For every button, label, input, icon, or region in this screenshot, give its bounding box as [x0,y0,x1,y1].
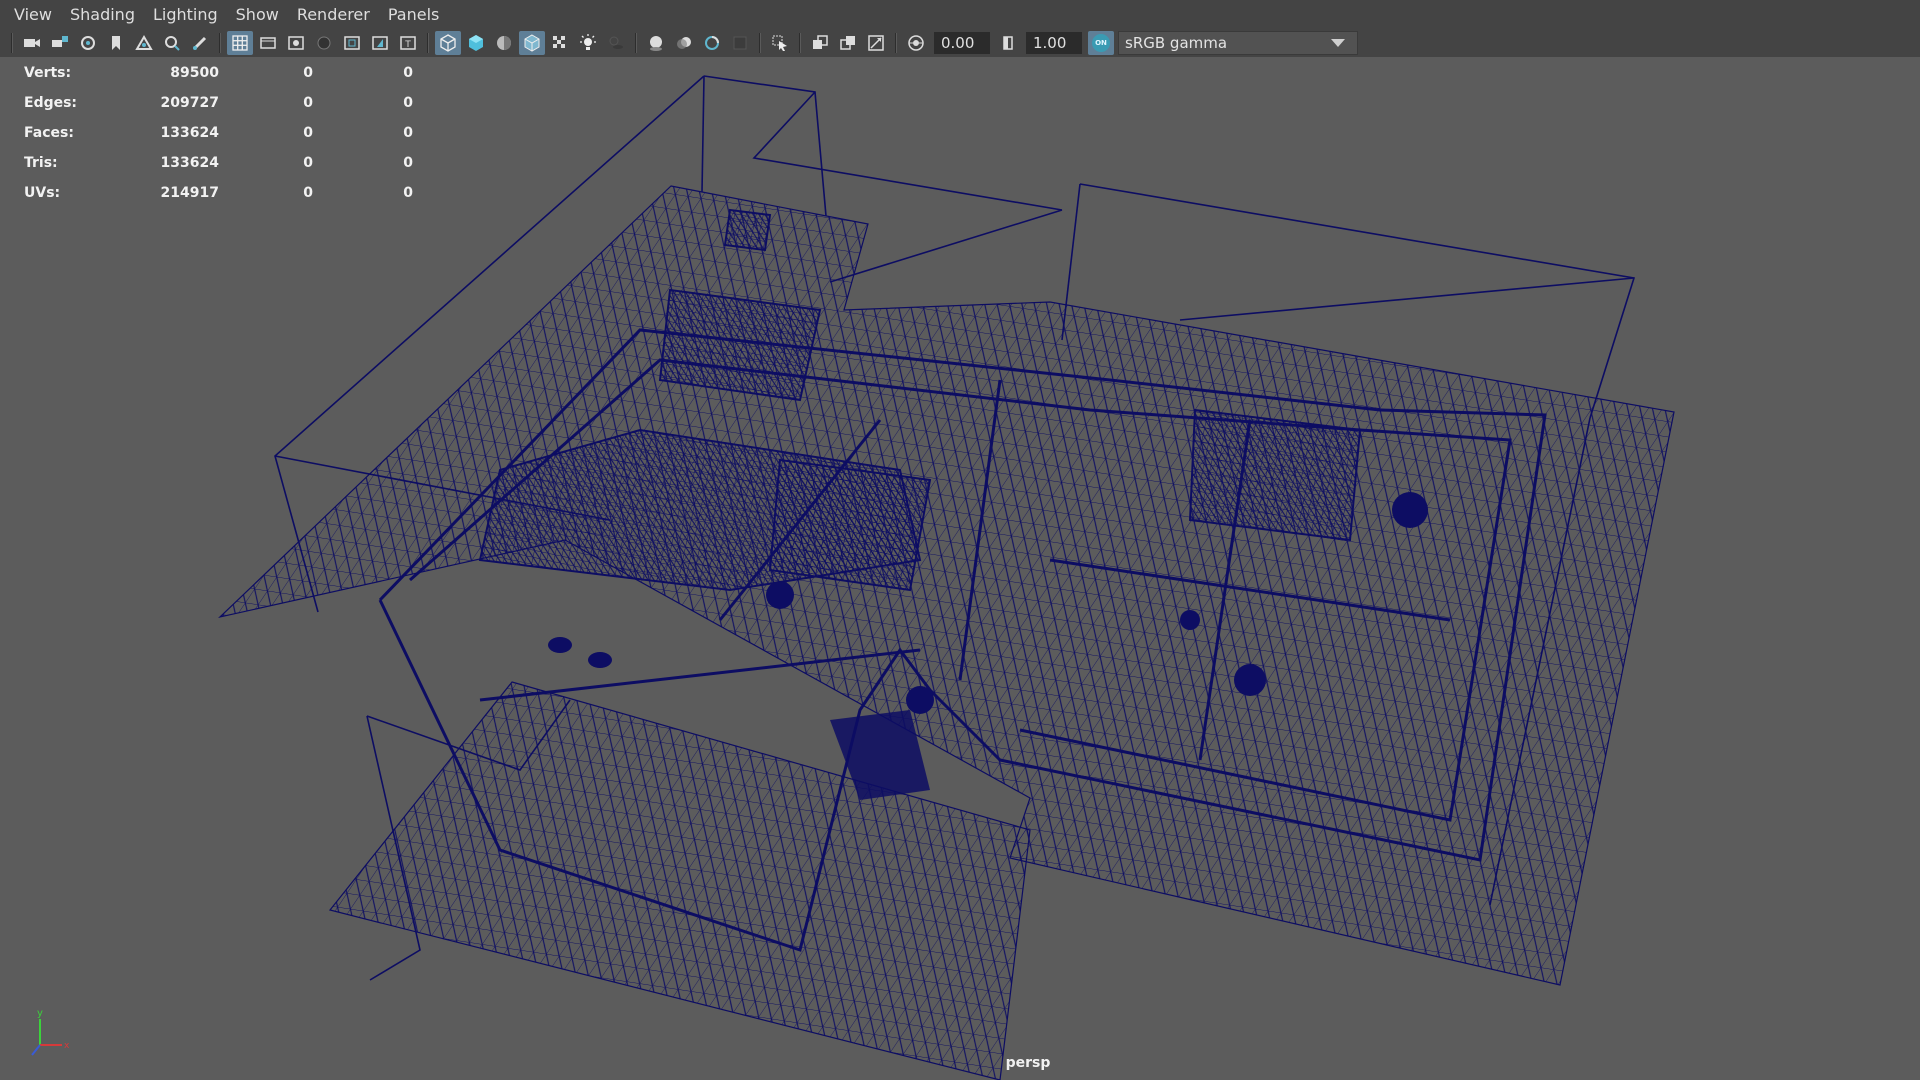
stat-selected: 0 [303,185,313,201]
stat-selected: 0 [303,65,313,81]
image-plane-icon[interactable] [131,31,157,55]
motion-blur-icon[interactable] [671,31,697,55]
stat-components: 0 [403,125,413,141]
color-space-value: sRGB gamma [1125,34,1228,52]
view-axis-gizmo-icon: y x [31,1008,70,1056]
toolbar-separator [11,33,13,53]
gamma-field[interactable]: 1.00 [1026,32,1082,54]
film-gate-icon[interactable] [255,31,281,55]
stat-row-faces: Faces: 133624 0 0 [24,118,413,148]
default-material-icon[interactable] [491,31,517,55]
stat-total: 209727 [160,95,219,111]
toolbar-separator [895,33,897,53]
heads-up-poly-count: Verts: 89500 0 0 Edges: 209727 0 0 Faces… [24,58,413,208]
shadows-icon[interactable] [603,31,629,55]
stat-row-verts: Verts: 89500 0 0 [24,58,413,88]
stat-total: 214917 [160,185,219,201]
stat-total: 89500 [170,65,219,81]
stat-components: 0 [403,65,413,81]
stat-components: 0 [403,155,413,171]
color-space-select[interactable]: sRGB gamma [1118,31,1358,55]
2d-pan-zoom-icon[interactable] [159,31,185,55]
menu-renderer[interactable]: Renderer [291,0,382,29]
axis-x-label: x [64,1041,70,1051]
smooth-shade-icon[interactable] [463,31,489,55]
menu-show[interactable]: Show [230,0,291,29]
screen-space-ao-icon[interactable] [643,31,669,55]
stat-components: 0 [403,185,413,201]
backface-culling-icon[interactable] [863,31,889,55]
camera-icon[interactable] [19,31,45,55]
wireframe-icon[interactable] [435,31,461,55]
use-lights-icon[interactable] [575,31,601,55]
camera-lock-icon[interactable] [47,31,73,55]
stat-row-edges: Edges: 209727 0 0 [24,88,413,118]
menu-lighting[interactable]: Lighting [147,0,230,29]
exposure-icon[interactable] [903,31,929,55]
camera-name-label: persp [1005,1055,1051,1071]
menu-bar: View Shading Lighting Show Renderer Pane… [0,0,1920,29]
svg-text:T: T [404,40,411,50]
safe-title-icon[interactable]: T [395,31,421,55]
menu-panels[interactable]: Panels [382,0,452,29]
stat-label: Tris: [24,155,58,171]
gamma-icon[interactable] [995,31,1021,55]
chevron-down-icon[interactable] [1331,39,1345,47]
toolbar-separator [427,33,429,53]
gate-mask-icon[interactable] [311,31,337,55]
color-management-on-badge: ON [1092,34,1110,52]
stat-row-tris: Tris: 133624 0 0 [24,148,413,178]
toolbar-separator [219,33,221,53]
safe-action-icon[interactable] [367,31,393,55]
field-chart-icon[interactable] [339,31,365,55]
toolbar-separator [759,33,761,53]
stat-total: 133624 [160,155,219,171]
exposure-field[interactable]: 0.00 [934,32,990,54]
stat-row-uvs: UVs: 214917 0 0 [24,178,413,208]
wireframe-on-shaded-icon[interactable] [519,31,545,55]
stat-label: UVs: [24,185,61,201]
viewport-3d[interactable] [0,57,1920,1080]
stat-components: 0 [403,95,413,111]
grease-pencil-icon[interactable] [187,31,213,55]
grid-icon[interactable] [227,31,253,55]
stat-selected: 0 [303,95,313,111]
stat-selected: 0 [303,125,313,141]
stat-label: Verts: [24,65,72,81]
xray-icon[interactable] [807,31,833,55]
xray-joints-icon[interactable] [835,31,861,55]
stat-label: Faces: [24,125,74,141]
view-transform-icon[interactable]: ON [1088,31,1114,55]
depth-of-field-icon[interactable] [727,31,753,55]
multisample-aa-icon[interactable] [699,31,725,55]
bookmark-icon[interactable] [103,31,129,55]
menu-view[interactable]: View [8,0,64,29]
stat-label: Edges: [24,95,78,111]
resolution-gate-icon[interactable] [283,31,309,55]
textured-icon[interactable] [547,31,573,55]
ground-plane-front [328,681,1031,1080]
isolate-select-icon[interactable] [767,31,793,55]
toolbar-separator [799,33,801,53]
stat-total: 133624 [160,125,219,141]
toolbar-separator [635,33,637,53]
stat-selected: 0 [303,155,313,171]
axis-y-label: y [37,1008,43,1019]
viewport-toolbar: T 0.00 1.00 ON sRGB gamma [0,29,1920,57]
menu-shading[interactable]: Shading [64,0,147,29]
camera-attributes-icon[interactable] [75,31,101,55]
